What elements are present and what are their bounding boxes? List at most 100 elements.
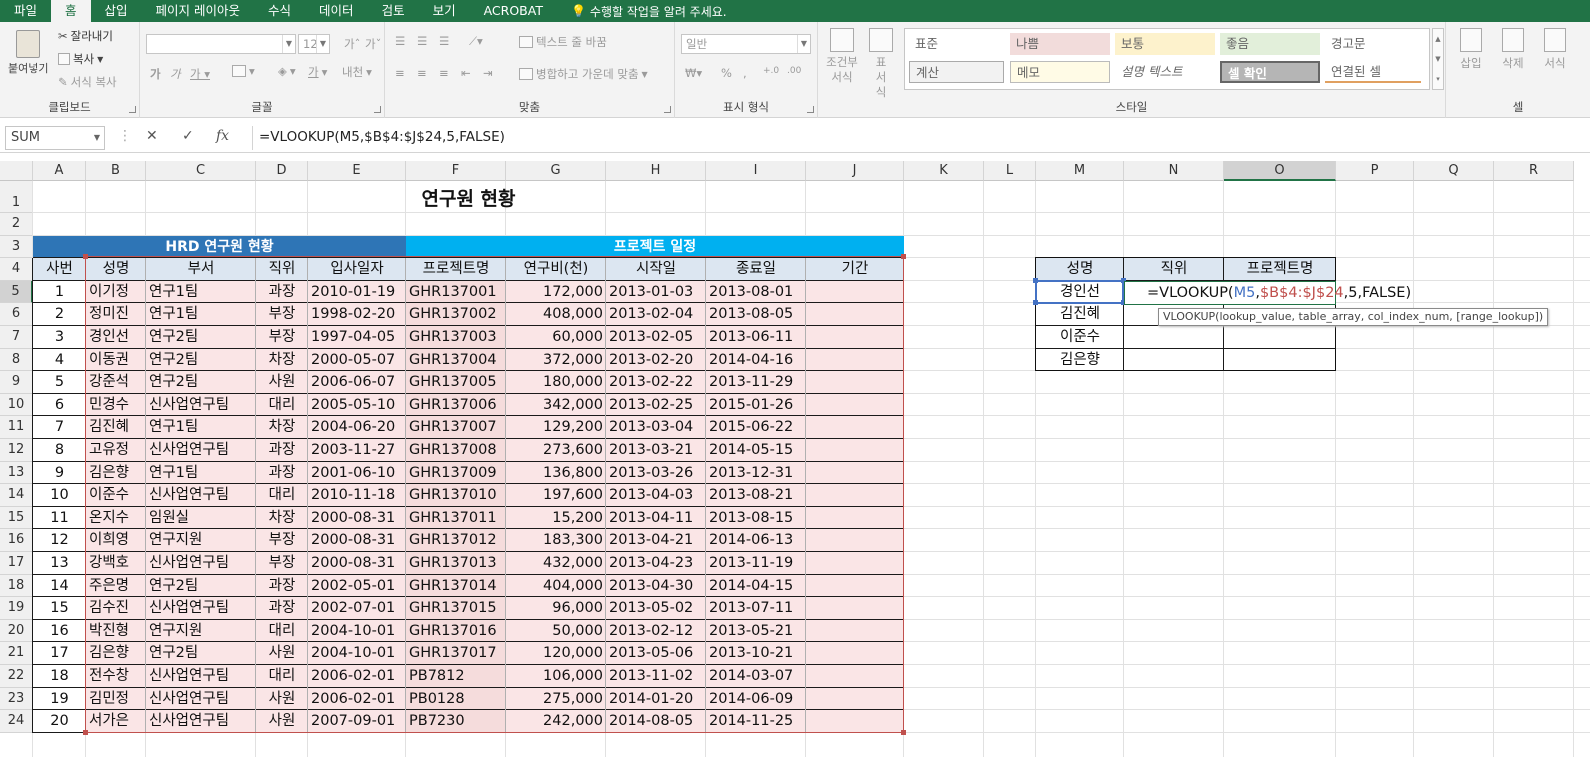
column-header-C[interactable]: C bbox=[146, 161, 256, 181]
row-header-7[interactable]: 7 bbox=[0, 326, 33, 349]
column-header-K[interactable]: K bbox=[904, 161, 984, 181]
style-bad[interactable]: 나쁨 bbox=[1010, 33, 1110, 55]
copy-button[interactable]: 복사 ▼ bbox=[58, 51, 103, 67]
enter-icon[interactable]: ✓ bbox=[182, 128, 194, 144]
tab-6[interactable]: 검토 bbox=[368, 0, 419, 22]
row-header-24[interactable]: 24 bbox=[0, 710, 33, 733]
decrease-decimal-icon[interactable]: .00 bbox=[787, 66, 801, 76]
column-header-G[interactable]: G bbox=[506, 161, 606, 181]
tab-3[interactable]: 페이지 레이아웃 bbox=[142, 0, 254, 22]
table-cell[interactable]: 6 bbox=[33, 394, 86, 416]
style-explanatory[interactable]: 설명 텍스트 bbox=[1115, 61, 1215, 83]
row-header-4[interactable]: 4 bbox=[0, 258, 33, 281]
cancel-icon[interactable]: ✕ bbox=[146, 128, 158, 144]
align-center-icon[interactable]: ≡ bbox=[417, 66, 427, 80]
fill-color-button[interactable]: ◈ ▾ bbox=[278, 64, 296, 78]
conditional-format-button[interactable]: 조건부 서식 bbox=[824, 28, 860, 85]
style-note[interactable]: 메모 bbox=[1010, 61, 1110, 83]
increase-decimal-icon[interactable]: +.0 bbox=[763, 66, 779, 76]
tab-7[interactable]: 보기 bbox=[419, 0, 470, 22]
worksheet-grid[interactable]: A B C D E F G H I J K L M N O P Q R 1 2 3 4 5 6 7 8 9 10 11 12 13 14 15 1… bbox=[0, 161, 1590, 757]
row-header-22[interactable]: 22 bbox=[0, 665, 33, 688]
column-header-O[interactable]: O bbox=[1224, 161, 1336, 181]
row-header-18[interactable]: 18 bbox=[0, 574, 33, 598]
name-box[interactable]: SUM ▼ bbox=[5, 126, 105, 150]
table-cell[interactable]: 7 bbox=[33, 416, 86, 438]
decrease-indent-icon[interactable]: ⇤ bbox=[461, 66, 471, 80]
table-cell[interactable]: 8 bbox=[33, 439, 86, 461]
row-header-23[interactable]: 23 bbox=[0, 687, 33, 711]
format-as-table-button[interactable]: 표 서식 bbox=[868, 28, 894, 100]
grow-font-button[interactable]: 가ˆ bbox=[344, 36, 360, 52]
increase-indent-icon[interactable]: ⇥ bbox=[483, 66, 493, 80]
table-cell[interactable]: 16 bbox=[33, 620, 86, 642]
row-header-19[interactable]: 19 bbox=[0, 597, 33, 620]
phonetic-button[interactable]: 내천 ▾ bbox=[342, 64, 372, 80]
reference-handle[interactable] bbox=[1033, 277, 1038, 283]
style-warning[interactable]: 경고문 bbox=[1325, 33, 1421, 55]
row-header-14[interactable]: 14 bbox=[0, 484, 33, 507]
dialog-launcher-icon[interactable] bbox=[807, 106, 814, 113]
column-header-I[interactable]: I bbox=[706, 161, 806, 181]
column-header-E[interactable]: E bbox=[308, 161, 406, 181]
column-header-N[interactable]: N bbox=[1124, 161, 1224, 181]
dialog-launcher-icon[interactable] bbox=[129, 106, 136, 113]
table-cell[interactable]: 5 bbox=[33, 371, 86, 393]
column-header-R[interactable]: R bbox=[1494, 161, 1574, 181]
format-painter-button[interactable]: ✎ 서식 복사 bbox=[58, 74, 117, 90]
editing-cell[interactable]: =VLOOKUP(M5,$B$4:$J$24,5,FALSE) bbox=[1124, 280, 1411, 305]
row-header-16[interactable]: 16 bbox=[0, 529, 33, 552]
table-cell[interactable]: 4 bbox=[33, 349, 86, 371]
delete-cells-button[interactable]: 삭제 bbox=[1502, 28, 1524, 71]
row-header-8[interactable]: 8 bbox=[0, 348, 33, 372]
table-cell[interactable]: 3 bbox=[33, 326, 86, 348]
align-bottom-icon[interactable]: ☰ bbox=[439, 34, 449, 48]
row-header-17[interactable]: 17 bbox=[0, 552, 33, 575]
tab-0[interactable]: 파일 bbox=[0, 0, 51, 22]
row-header-6[interactable]: 6 bbox=[0, 303, 33, 326]
table-cell[interactable]: 18 bbox=[33, 665, 86, 687]
table-cell[interactable]: 17 bbox=[33, 642, 86, 664]
column-header-D[interactable]: D bbox=[256, 161, 308, 181]
row-header-20[interactable]: 20 bbox=[0, 619, 33, 643]
border-button[interactable]: ▾ bbox=[232, 64, 255, 78]
percent-icon[interactable]: % bbox=[721, 66, 732, 80]
row-header-10[interactable]: 10 bbox=[0, 393, 33, 417]
tab-8[interactable]: ACROBAT bbox=[470, 0, 557, 22]
dialog-launcher-icon[interactable] bbox=[664, 106, 671, 113]
insert-function-icon[interactable]: fx bbox=[216, 128, 229, 144]
reference-handle[interactable] bbox=[1033, 300, 1038, 306]
style-calculation[interactable]: 계산 bbox=[909, 61, 1004, 83]
row-header-12[interactable]: 12 bbox=[0, 439, 33, 462]
align-left-icon[interactable]: ≡ bbox=[395, 66, 405, 80]
dialog-launcher-icon[interactable] bbox=[374, 106, 381, 113]
table-cell[interactable]: 20 bbox=[33, 710, 86, 732]
table-cell[interactable]: 11 bbox=[33, 507, 86, 529]
table-cell[interactable]: 1 bbox=[33, 281, 86, 303]
row-header-1[interactable]: 1 bbox=[0, 181, 33, 213]
formula-input[interactable]: =VLOOKUP(M5,$B$4:$J$24,5,FALSE) bbox=[252, 126, 1590, 150]
tab-1[interactable]: 홈 bbox=[51, 0, 91, 22]
range-handle[interactable] bbox=[901, 254, 906, 260]
style-normal[interactable]: 표준 bbox=[909, 33, 1004, 55]
paste-button[interactable]: 붙여넣기 bbox=[8, 30, 48, 76]
table-cell[interactable]: 14 bbox=[33, 575, 86, 597]
row-header-21[interactable]: 21 bbox=[0, 642, 33, 665]
align-right-icon[interactable]: ≡ bbox=[439, 66, 449, 80]
column-header-F[interactable]: F bbox=[406, 161, 506, 181]
tab-4[interactable]: 수식 bbox=[254, 0, 305, 22]
gallery-scroll[interactable]: ▲ ▼ ▾ bbox=[1432, 28, 1444, 90]
row-header-5[interactable]: 5 bbox=[0, 280, 33, 304]
column-header-J[interactable]: J bbox=[806, 161, 904, 181]
merge-center-button[interactable]: 병합하고 가운데 맞춤 ▼ bbox=[519, 66, 648, 82]
table-cell[interactable]: 10 bbox=[33, 484, 86, 506]
row-header-11[interactable]: 11 bbox=[0, 416, 33, 439]
cut-button[interactable]: ✂ 잘라내기 bbox=[58, 28, 113, 44]
row-header-9[interactable]: 9 bbox=[0, 371, 33, 394]
table-cell[interactable]: 2 bbox=[33, 303, 86, 325]
currency-icon[interactable]: ₩▾ bbox=[685, 66, 702, 80]
table-cell[interactable]: 12 bbox=[33, 529, 86, 551]
column-header-P[interactable]: P bbox=[1336, 161, 1414, 181]
font-size-combo[interactable]: 12 ▼ bbox=[298, 34, 330, 54]
align-top-icon[interactable]: ☰ bbox=[395, 34, 405, 48]
